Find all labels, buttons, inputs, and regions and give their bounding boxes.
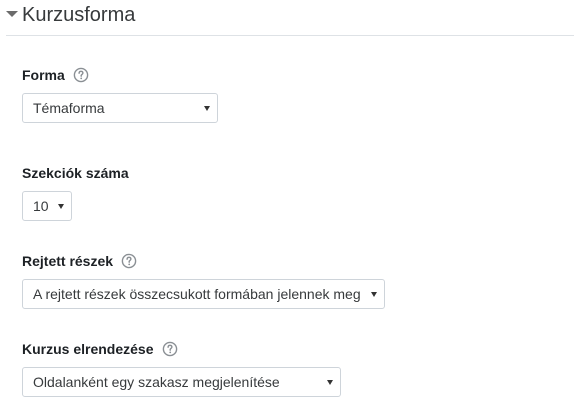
question-circle-icon[interactable] bbox=[73, 67, 89, 83]
caret-down-icon bbox=[371, 292, 377, 297]
hidden-sections-select[interactable]: A rejtett részek összecsukott formában j… bbox=[22, 279, 385, 309]
question-circle-icon[interactable] bbox=[162, 341, 178, 357]
caret-down-icon bbox=[327, 380, 333, 385]
chevron-down-icon[interactable] bbox=[6, 11, 18, 17]
sections-count-label: Szekciók száma bbox=[22, 165, 129, 181]
format-select[interactable]: Témaforma bbox=[22, 93, 218, 123]
course-layout-row: Kurzus elrendezése Oldalanként egy szaka… bbox=[22, 339, 341, 397]
question-circle-icon[interactable] bbox=[121, 253, 137, 269]
section-header-course-format[interactable]: Kurzusforma bbox=[6, 0, 574, 36]
course-format-settings: Kurzusforma Forma Témaforma Szekciók szá… bbox=[0, 0, 580, 412]
sections-count-select-value: 10 bbox=[33, 198, 49, 214]
format-label: Forma bbox=[22, 67, 65, 83]
format-select-value: Témaforma bbox=[33, 100, 105, 116]
sections-count-select[interactable]: 10 bbox=[22, 191, 72, 221]
section-title[interactable]: Kurzusforma bbox=[22, 2, 135, 28]
hidden-sections-select-value: A rejtett részek összecsukott formában j… bbox=[33, 286, 361, 302]
hidden-sections-label: Rejtett részek bbox=[22, 253, 114, 269]
course-layout-select-value: Oldalanként egy szakasz megjelenítése bbox=[33, 374, 280, 390]
hidden-sections-row: Rejtett részek A rejtett részek összecsu… bbox=[22, 251, 385, 309]
course-layout-label: Kurzus elrendezése bbox=[22, 341, 154, 357]
sections-count-row: Szekciók száma 10 bbox=[22, 163, 129, 221]
course-layout-select[interactable]: Oldalanként egy szakasz megjelenítése bbox=[22, 367, 341, 397]
format-row: Forma Témaforma bbox=[22, 65, 218, 123]
caret-down-icon bbox=[58, 204, 64, 209]
caret-down-icon bbox=[204, 106, 210, 111]
